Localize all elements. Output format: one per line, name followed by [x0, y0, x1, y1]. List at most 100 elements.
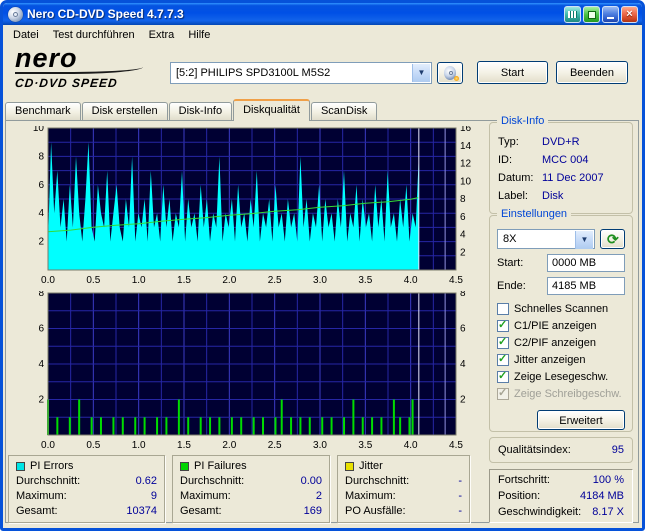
- summary-title: PI Errors: [30, 460, 74, 472]
- svg-text:16: 16: [460, 126, 472, 134]
- pi-errors-summary: PI Errors Durchschnitt: 0.62 Maximum: 9 Ge…: [8, 455, 165, 523]
- checkbox-row: Zeige Lesegeschw.: [497, 368, 625, 385]
- summary-label: Durchschnitt:: [180, 475, 245, 487]
- svg-text:4: 4: [460, 359, 466, 370]
- checkbox-row: Zeige Schreibgeschw.: [497, 385, 625, 402]
- disk-info-title: Disk-Info: [497, 115, 549, 127]
- chevron-down-icon[interactable]: ▼: [575, 231, 593, 249]
- close-button[interactable]: ×: [621, 5, 638, 23]
- svg-text:6: 6: [460, 212, 466, 223]
- summary-label: PO Ausfälle:: [345, 505, 406, 517]
- checkbox-row: C1/PIE anzeigen: [497, 317, 625, 334]
- disk-info-row: Label: Disk: [490, 187, 632, 205]
- summary-value: 169: [303, 505, 322, 517]
- svg-text:3.0: 3.0: [313, 275, 327, 286]
- checkbox-schnelles-scannen[interactable]: [497, 302, 509, 315]
- checkbox-row: Jitter anzeigen: [497, 351, 625, 368]
- quit-button[interactable]: Beenden: [556, 61, 628, 84]
- jitter-legend-swatch: [345, 462, 354, 471]
- checkbox-row: C2/PIF anzeigen: [497, 334, 625, 351]
- svg-text:0.0: 0.0: [41, 440, 55, 451]
- tab-scandisk[interactable]: ScanDisk: [310, 102, 378, 120]
- mini-chart-icon: [568, 10, 577, 18]
- close-icon: ×: [626, 7, 633, 20]
- start-button[interactable]: Start: [477, 61, 548, 84]
- svg-text:4.5: 4.5: [449, 440, 463, 451]
- window-title: Nero CD-DVD Speed 4.7.7.3: [27, 7, 184, 21]
- svg-text:1.5: 1.5: [177, 440, 191, 451]
- end-mb-field[interactable]: 4185 MB: [547, 277, 625, 295]
- svg-text:8: 8: [38, 291, 44, 299]
- settings-group: Einstellungen 8X ▼ ⟳ Start: 0000 MB Ende…: [489, 208, 633, 432]
- tab-disk-info[interactable]: Disk-Info: [168, 102, 233, 120]
- pif-legend-swatch: [180, 462, 189, 471]
- disk-info-row: Datum: 11 Dec 2007: [490, 169, 632, 187]
- disk-label-value: Disk: [542, 190, 564, 202]
- svg-text:4.0: 4.0: [404, 440, 418, 451]
- disk-date-value: 11 Dec 2007: [542, 172, 604, 184]
- refresh-button[interactable]: ⟳: [600, 229, 625, 249]
- menu-item-hilfe[interactable]: Hilfe: [181, 27, 217, 43]
- quality-index-box: Qualitätsindex: 95: [489, 437, 633, 463]
- menu-item-test-durchfuehren[interactable]: Test durchführen: [46, 27, 142, 43]
- summary-label: Gesamt:: [16, 505, 58, 517]
- checkbox-row: Schnelles Scannen: [497, 300, 625, 317]
- refresh-icon: ⟳: [607, 231, 619, 247]
- status-row: Position: 4184 MB: [490, 488, 632, 504]
- menu-item-datei[interactable]: Datei: [6, 27, 46, 43]
- status-row: Fortschritt: 100 %: [490, 472, 632, 488]
- disk-info-row: Typ: DVD+R: [490, 133, 632, 151]
- checkbox-lesegeschw[interactable]: [497, 369, 509, 383]
- svg-text:10: 10: [460, 176, 472, 187]
- svg-text:4: 4: [460, 230, 466, 241]
- svg-text:2: 2: [460, 395, 466, 406]
- chevron-down-icon[interactable]: ▼: [412, 64, 430, 82]
- cddvd-speed-logo-text: CD·DVD SPEED: [14, 76, 119, 90]
- svg-text:2: 2: [38, 395, 44, 406]
- drive-select[interactable]: [5:2] PHILIPS SPD3100L M5S2 ▼: [170, 62, 432, 84]
- titlebar-extra-button-2[interactable]: [583, 5, 600, 23]
- checkbox-label: C2/PIF anzeigen: [514, 336, 596, 349]
- pie-legend-swatch: [16, 462, 25, 471]
- advanced-button[interactable]: Erweitert: [537, 410, 625, 430]
- disk-info-group: Disk-Info Typ: DVD+R ID: MCC 004 Datum: 11 …: [489, 115, 633, 214]
- titlebar-extra-button-1[interactable]: [564, 5, 581, 23]
- speed-label: Geschwindigkeit:: [498, 506, 582, 518]
- speed-value: 8.17 X: [592, 506, 624, 518]
- tab-disk-erstellen[interactable]: Disk erstellen: [81, 102, 168, 120]
- minimize-button[interactable]: [602, 5, 619, 23]
- disk-type-label: Typ:: [498, 136, 519, 148]
- summary-label: Durchschnitt:: [345, 475, 410, 487]
- settings-title: Einstellungen: [497, 208, 572, 220]
- checkbox-jitter[interactable]: [497, 352, 509, 366]
- menu-item-extra[interactable]: Extra: [142, 27, 182, 43]
- tab-benchmark[interactable]: Benchmark: [5, 102, 81, 120]
- svg-text:8: 8: [460, 291, 466, 299]
- svg-text:1.0: 1.0: [132, 275, 146, 286]
- summary-label: Maximum:: [180, 490, 231, 502]
- svg-text:0.5: 0.5: [86, 440, 100, 451]
- progress-value: 100 %: [592, 474, 624, 486]
- svg-text:4.5: 4.5: [449, 275, 463, 286]
- quality-index-label: Qualitätsindex:: [498, 444, 571, 456]
- summary-value: -: [458, 475, 462, 487]
- checkbox-c2-pif[interactable]: [497, 335, 509, 349]
- disc-tool-button[interactable]: [437, 62, 463, 84]
- svg-text:1.0: 1.0: [132, 440, 146, 451]
- svg-text:6: 6: [460, 324, 466, 335]
- summary-value: 10374: [126, 505, 157, 517]
- svg-text:3.0: 3.0: [313, 440, 327, 451]
- pie-errors-chart: 10 8 6 4 2 16 14 12 10 8 6 4 2 0.0 0.5 1.0 1.5 2.0 2.5 3.0 3…: [33, 126, 472, 286]
- titlebar[interactable]: Nero CD-DVD Speed 4.7.7.3 ×: [3, 3, 642, 25]
- start-mb-field[interactable]: 0000 MB: [547, 254, 625, 272]
- svg-text:0.0: 0.0: [41, 275, 55, 286]
- mini-grid-icon: [588, 10, 596, 19]
- svg-text:14: 14: [460, 141, 472, 152]
- summary-value: 9: [150, 490, 157, 502]
- checkbox-c1-pie[interactable]: [497, 318, 509, 332]
- disk-id-label: ID:: [498, 154, 513, 166]
- app-window: Nero CD-DVD Speed 4.7.7.3 × Datei Test d…: [0, 0, 645, 531]
- checkbox-label: Zeige Schreibgeschw.: [514, 387, 622, 400]
- speed-select[interactable]: 8X ▼: [497, 229, 595, 249]
- tab-diskqualitaet[interactable]: Diskqualität: [233, 99, 310, 121]
